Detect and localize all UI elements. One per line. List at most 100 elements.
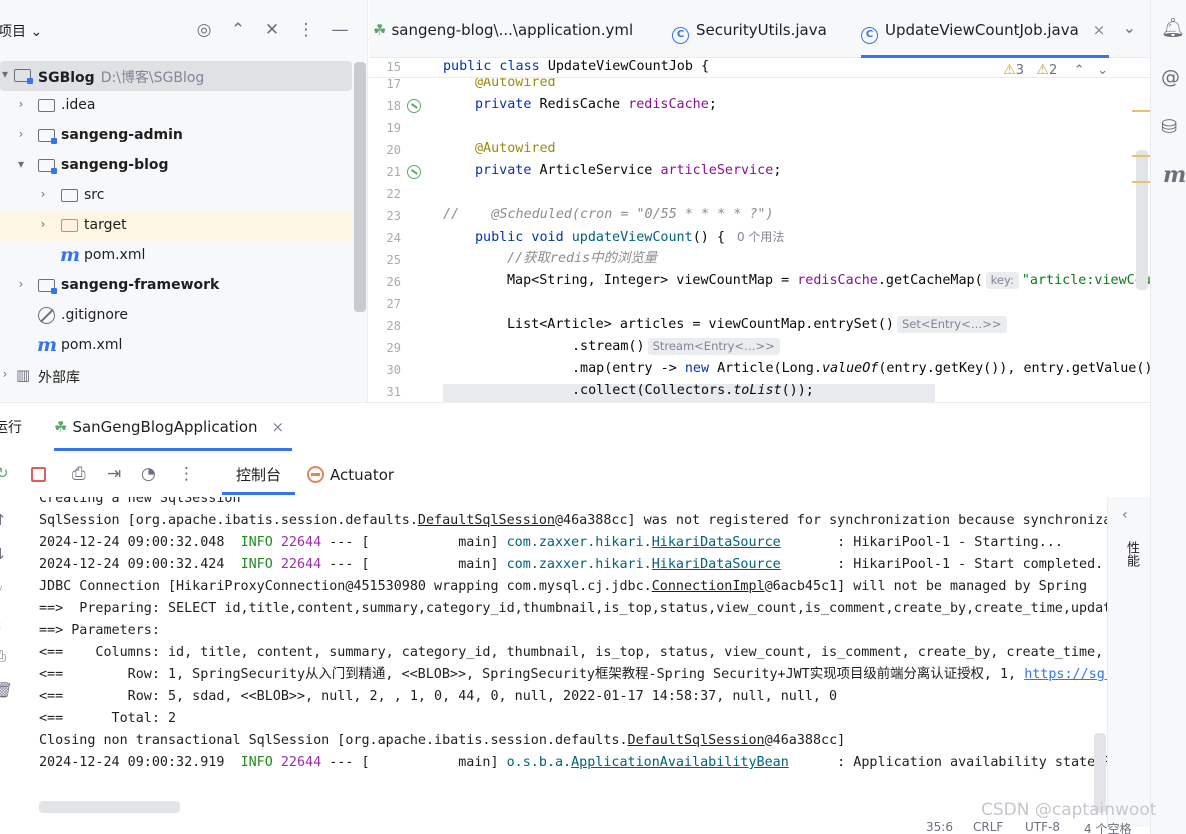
tab-update-view-count-job[interactable]: C UpdateViewCountJob.java × [861, 0, 1110, 58]
warning-count: 3 [1015, 63, 1024, 78]
maven-tool-icon[interactable]: m [1163, 162, 1186, 188]
console-side-toolbar: ↑ ↓ ⤶ ⤓ ⎙ 🗑︎ [0, 497, 16, 737]
chevron-right-icon[interactable]: › [36, 187, 50, 201]
library-icon: ▥ [16, 366, 31, 384]
expand-all-icon[interactable]: ⌃ [227, 18, 249, 42]
chevron-right-icon[interactable]: › [14, 97, 28, 111]
class-link[interactable]: DefaultSqlSession [418, 513, 555, 528]
chevron-down-icon[interactable]: ⌄ [1123, 18, 1136, 37]
trash-icon[interactable]: 🗑︎ [0, 681, 13, 699]
status-bar: 35:6 CRLF UTF-8 4 个空格 [900, 818, 1150, 834]
editor-scrollbar[interactable] [1136, 150, 1148, 290]
chevron-right-icon[interactable]: › [36, 217, 50, 231]
more-options-icon[interactable]: ⋮ [178, 464, 195, 484]
code-editor: ☘ sangeng-blog\...\application.yml C Secur… [369, 0, 1150, 402]
class-link[interactable]: DefaultSqlSession [628, 733, 765, 748]
tree-item-external-libraries[interactable]: › ▥ 外部库 [0, 361, 352, 391]
error-stripe-mark[interactable] [1132, 181, 1150, 183]
tree-item-sangeng-admin[interactable]: › sangeng-admin [0, 121, 352, 151]
file-encoding[interactable]: UTF-8 [1025, 820, 1060, 834]
stop-icon[interactable] [31, 467, 46, 482]
gauge-icon[interactable]: ◔ [141, 464, 156, 484]
class-link[interactable]: ApplicationAvailabilityBean [571, 755, 789, 770]
close-icon[interactable]: × [272, 418, 285, 436]
console-line: 2024-12-24 09:00:32.048 INFO 22644 --- [… [39, 535, 1063, 550]
tree-item-gitignore[interactable]: .gitignore [0, 301, 352, 331]
rerun-icon[interactable]: ↻ [0, 464, 9, 482]
bean-navigation-icon[interactable] [407, 99, 421, 113]
scroll-to-end-icon[interactable]: ⤓ [0, 613, 1, 631]
chevron-right-icon[interactable]: › [14, 127, 28, 141]
project-title: 项目 [0, 24, 26, 40]
database-icon[interactable]: ⛁ [1161, 116, 1177, 138]
line-separator[interactable]: CRLF [973, 820, 1003, 834]
notifications-bell-icon[interactable]: 🔔︎ [1161, 16, 1185, 39]
console-line: Closing non transactional SqlSession [or… [39, 733, 846, 748]
tree-item-blog-pom[interactable]: m pom.xml [0, 241, 352, 271]
tree-item-label: 外部库 [38, 370, 80, 386]
arrow-down-icon[interactable]: ↓ [0, 545, 7, 563]
module-folder-icon [38, 129, 57, 144]
tree-item-sangeng-blog[interactable]: ▾ sangeng-blog [0, 151, 352, 181]
options-icon[interactable]: ⋮ [295, 18, 317, 42]
class-link[interactable]: ConnectionImpl [652, 579, 765, 594]
collapse-all-icon[interactable]: ✕ [261, 18, 283, 42]
url-link[interactable]: https://sg-b [1024, 667, 1107, 682]
next-highlight-icon[interactable]: ⌄ [1097, 63, 1108, 78]
code-line-26: Map<String, Integer> viewCountMap = redi… [507, 272, 1150, 289]
tree-item-target[interactable]: › target [0, 211, 352, 241]
code-line-30: .map(entry -> new Article(Long.valueOf(e… [572, 361, 1150, 376]
tab-label: SanGengBlogApplication [72, 418, 258, 436]
line-number: 30 [386, 363, 401, 377]
tree-item-src[interactable]: › src [0, 181, 352, 211]
code-line-31: .collect(Collectors.toList()); [572, 383, 814, 398]
editor-gutter[interactable]: 17 18 19 20 21 22 23 24 25 26 27 28 29 3… [369, 58, 441, 402]
target-icon[interactable]: ◎ [193, 18, 215, 42]
ignore-file-icon [38, 307, 55, 324]
tab-run-configuration[interactable]: ☘ SanGengBlogApplication × [54, 403, 293, 451]
export-icon[interactable]: ⇥ [107, 464, 121, 484]
project-scrollbar[interactable] [354, 62, 366, 312]
chevron-right-icon[interactable]: › [0, 367, 12, 381]
chevron-left-icon[interactable]: ‹ [1122, 507, 1128, 523]
code-line-24: public void updateViewCount() {0 个用法 [475, 230, 785, 245]
tree-item-sgblog[interactable]: ▾ SGBlog D:\博客\SGBlog [0, 61, 352, 91]
tab-security-utils[interactable]: C SecurityUtils.java [672, 0, 827, 58]
ai-assistant-icon[interactable]: @ [1161, 66, 1180, 88]
console-horizontal-scrollbar[interactable] [39, 801, 180, 813]
folder-icon [38, 99, 55, 112]
tab-label: UpdateViewCountJob.java [885, 21, 1079, 39]
error-stripe-mark[interactable] [1132, 110, 1150, 112]
performance-side-panel[interactable]: ‹ 性能 [1107, 497, 1150, 827]
chevron-right-icon[interactable]: › [14, 277, 28, 291]
tree-item-root-pom[interactable]: m pom.xml [0, 331, 352, 361]
tab-console[interactable]: 控制台 [222, 455, 296, 495]
usages-hint[interactable]: 0 个用法 [737, 230, 784, 244]
close-icon[interactable]: × [1093, 21, 1106, 39]
indent-setting[interactable]: 4 个空格 [1084, 820, 1131, 834]
minimize-icon[interactable]: — [329, 18, 351, 42]
project-view-selector[interactable]: 项目 ⌄ [0, 21, 42, 41]
code-area[interactable]: @Autowired private RedisCache redisCache… [443, 58, 1150, 402]
weak-warning-count: 2 [1048, 63, 1058, 78]
tab-actuator[interactable]: Actuator [307, 455, 394, 495]
chevron-down-icon[interactable]: ▾ [0, 67, 12, 81]
console-line: <== Total: 2 [39, 711, 177, 726]
class-link[interactable]: HikariDataSource [652, 535, 781, 550]
print-icon[interactable]: ⎙ [0, 647, 6, 665]
class-link[interactable]: HikariDataSource [652, 557, 781, 572]
previous-highlight-icon[interactable]: ⌃ [1074, 63, 1085, 78]
error-stripe-mark[interactable] [1132, 155, 1150, 157]
line-number: 27 [386, 297, 401, 311]
inspection-widget[interactable]: ⚠3 ⚠2 ⌃ ⌄ [1003, 62, 1108, 78]
bean-navigation-icon[interactable] [407, 165, 421, 179]
console-output[interactable]: Creating a new SqlSession SqlSession [or… [39, 497, 1107, 827]
tree-item-idea[interactable]: › .idea [0, 91, 352, 121]
camera-icon[interactable]: ⎙ [72, 464, 86, 484]
arrow-up-icon[interactable]: ↑ [0, 511, 7, 529]
caret-position[interactable]: 35:6 [926, 820, 953, 834]
tree-item-sangeng-framework[interactable]: › sangeng-framework [0, 271, 352, 301]
soft-wrap-icon[interactable]: ⤶ [0, 579, 2, 597]
tab-application-yml[interactable]: ☘ sangeng-blog\...\application.yml [373, 0, 633, 58]
chevron-down-icon[interactable]: ▾ [14, 157, 28, 171]
